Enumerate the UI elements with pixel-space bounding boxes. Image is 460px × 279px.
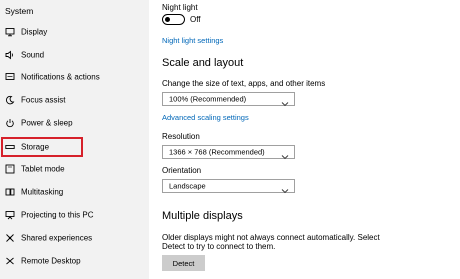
sidebar-item-multitasking[interactable]: Multitasking [0,181,149,203]
orientation-dropdown-value: Landscape [169,181,206,191]
display-icon [5,27,15,37]
night-light-state: Off [190,15,201,24]
sidebar-item-label: Tablet mode [21,164,65,174]
resolution-label: Resolution [162,132,200,141]
sidebar-item-notifications[interactable]: Notifications & actions [0,66,149,88]
storage-icon [5,142,15,152]
sidebar-item-power-sleep[interactable]: Power & sleep [0,112,149,134]
sidebar-title: System [5,6,34,16]
multiple-displays-description-line1: Older displays might not always connect … [162,233,380,242]
sidebar-item-label: Shared experiences [21,233,93,243]
scale-layout-heading: Scale and layout [162,57,244,69]
power-icon [5,118,15,128]
shared-experiences-icon [5,233,15,243]
sidebar: System Display Sound Notifications & act… [0,0,149,279]
projecting-icon [5,210,15,220]
tablet-icon [5,164,15,174]
orientation-label: Orientation [162,166,202,175]
sidebar-item-label: Power & sleep [21,118,73,128]
sidebar-item-label: Multitasking [21,187,64,197]
sidebar-item-label: Storage [21,142,50,152]
sidebar-item-display[interactable]: Display [0,21,149,43]
sidebar-item-focus-assist[interactable]: Focus assist [0,89,149,111]
multiple-displays-heading: Multiple displays [162,210,243,222]
scale-dropdown-value: 100% (Recommended) [169,94,247,104]
sidebar-item-label: Projecting to this PC [21,210,94,220]
sidebar-item-sound[interactable]: Sound [0,44,149,66]
night-light-settings-link[interactable]: Night light settings [162,36,223,45]
advanced-scaling-link[interactable]: Advanced scaling settings [162,113,249,122]
night-light-toggle[interactable] [162,14,185,25]
remote-desktop-icon [5,256,15,266]
toggle-knob [165,16,170,22]
sidebar-item-projecting[interactable]: Projecting to this PC [0,204,149,226]
scale-dropdown[interactable]: 100% (Recommended) [162,92,295,107]
chevron-down-icon [281,148,289,160]
sidebar-item-shared-experiences[interactable]: Shared experiences [0,227,149,249]
notifications-icon [5,72,15,82]
chevron-down-icon [281,95,289,107]
sidebar-item-remote-desktop[interactable]: Remote Desktop [0,250,149,272]
focus-assist-icon [5,95,15,105]
detect-button[interactable]: Detect [162,255,205,271]
sidebar-item-label: Display [21,27,48,37]
multitasking-icon [5,187,15,197]
sidebar-item-label: Focus assist [21,95,66,105]
multiple-displays-description-line2: Detect to try to connect to them. [162,242,276,251]
sidebar-item-label: Sound [21,50,45,60]
resolution-dropdown[interactable]: 1366 × 768 (Recommended) [162,145,295,160]
orientation-dropdown[interactable]: Landscape [162,179,295,194]
scale-label: Change the size of text, apps, and other… [162,79,326,88]
sound-icon [5,50,15,60]
sidebar-item-storage[interactable]: Storage [0,136,149,158]
night-light-label: Night light [162,3,198,12]
resolution-dropdown-value: 1366 × 768 (Recommended) [169,147,265,157]
sidebar-item-label: Remote Desktop [21,256,81,266]
sidebar-item-label: Notifications & actions [21,72,100,82]
sidebar-item-tablet-mode[interactable]: Tablet mode [0,158,149,180]
chevron-down-icon [281,182,289,194]
